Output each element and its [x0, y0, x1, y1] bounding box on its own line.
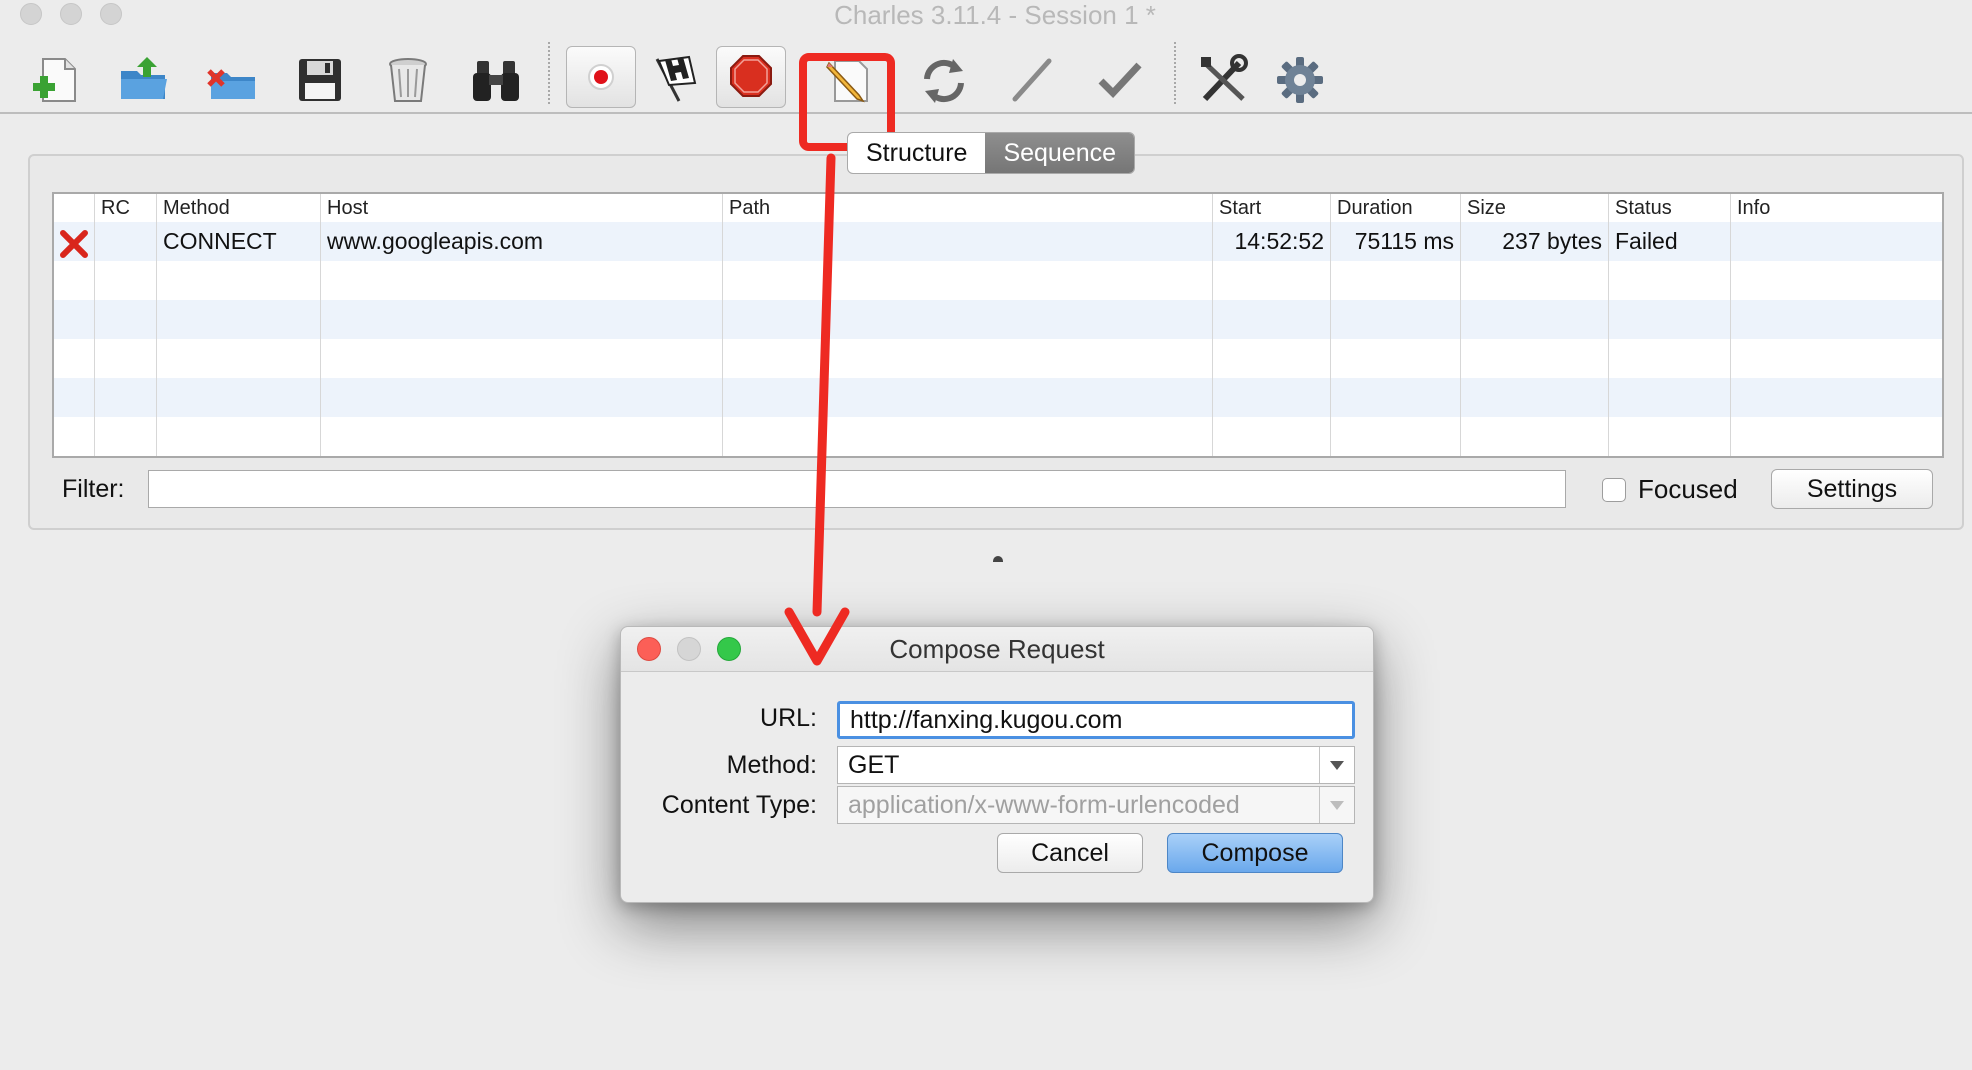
edit-button[interactable]	[1000, 48, 1064, 112]
checkmark-icon	[1098, 62, 1142, 99]
empty-row	[54, 378, 1942, 417]
column-header-status-icon[interactable]	[54, 194, 94, 222]
cell-rc	[94, 222, 156, 261]
slash-pen-icon	[1012, 58, 1052, 102]
folder-open-icon	[121, 57, 167, 99]
chevron-down-icon	[1319, 747, 1354, 783]
url-input[interactable]	[837, 701, 1355, 739]
column-header-method[interactable]: Method	[156, 194, 320, 222]
method-label: Method:	[726, 751, 817, 779]
content-type-value: application/x-www-form-urlencoded	[848, 791, 1240, 819]
filter-input[interactable]	[148, 470, 1566, 508]
cell-path	[722, 222, 1212, 261]
tools-button[interactable]	[1192, 48, 1256, 112]
sequence-table: RC Method Host Path Start Duration Size …	[52, 192, 1944, 458]
column-header-duration[interactable]: Duration	[1330, 194, 1460, 222]
tab-sequence[interactable]: Sequence	[985, 133, 1135, 173]
open-session-button[interactable]	[112, 48, 176, 112]
dialog-title: Compose Request	[889, 634, 1105, 664]
filter-settings-button[interactable]: Settings	[1771, 469, 1933, 509]
view-tabs: Structure Sequence	[847, 132, 1136, 174]
folder-close-icon	[207, 69, 255, 99]
save-session-button[interactable]	[288, 48, 352, 112]
close-session-button[interactable]	[200, 48, 264, 112]
column-header-start[interactable]: Start	[1212, 194, 1330, 222]
new-session-button[interactable]	[24, 48, 88, 112]
method-value: GET	[848, 751, 900, 779]
start-recording-button[interactable]	[566, 46, 636, 108]
column-divider	[1212, 194, 1213, 456]
stop-sign-icon	[730, 55, 772, 97]
column-divider	[722, 194, 723, 456]
empty-row	[54, 300, 1942, 339]
toolbar-separator	[548, 42, 550, 104]
cell-size: 237 bytes	[1502, 228, 1602, 254]
compose-request-dialog: Compose Request URL: Method: GET Content…	[620, 626, 1374, 903]
focused-label: Focused	[1638, 474, 1738, 504]
column-header-size[interactable]: Size	[1460, 194, 1608, 222]
content-type-label: Content Type:	[661, 791, 817, 819]
throttling-button[interactable]	[644, 48, 708, 112]
column-divider	[1608, 194, 1609, 456]
method-select[interactable]: GET	[837, 746, 1355, 784]
column-divider	[94, 194, 95, 456]
cell-method: CONNECT	[163, 228, 277, 254]
cancel-button[interactable]: Cancel	[997, 833, 1143, 873]
cell-info	[1730, 222, 1942, 261]
column-header-rc[interactable]: RC	[94, 194, 156, 222]
column-divider	[156, 194, 157, 456]
toolbar-separator	[1174, 42, 1176, 104]
chevron-down-icon	[1319, 787, 1354, 823]
cell-host: www.googleapis.com	[327, 228, 544, 254]
column-divider	[1730, 194, 1731, 456]
repeat-button[interactable]	[912, 48, 976, 112]
settings-button[interactable]	[1268, 48, 1332, 112]
column-header-path[interactable]: Path	[722, 194, 1212, 222]
cell-status: Failed	[1615, 228, 1678, 254]
cell-duration: 75115 ms	[1354, 228, 1454, 254]
breakpoints-button[interactable]	[716, 46, 786, 108]
column-divider	[1460, 194, 1461, 456]
window-title: Charles 3.11.4 - Session 1 *	[834, 0, 1156, 30]
dialog-title-bar: Compose Request	[621, 627, 1373, 672]
record-icon	[588, 64, 614, 90]
binoculars-icon	[473, 61, 519, 101]
failed-x-icon	[60, 230, 88, 258]
clear-session-button[interactable]	[376, 48, 440, 112]
floppy-disk-icon	[299, 59, 341, 101]
validate-button[interactable]	[1088, 48, 1152, 112]
tab-structure[interactable]: Structure	[848, 133, 985, 173]
url-label: URL:	[760, 704, 817, 732]
refresh-icon	[924, 59, 964, 103]
tools-icon	[1201, 54, 1248, 102]
compose-submit-button[interactable]: Compose	[1167, 833, 1343, 873]
content-type-select[interactable]: application/x-www-form-urlencoded	[837, 786, 1355, 824]
column-divider	[320, 194, 321, 456]
checkered-flag-icon	[655, 55, 697, 102]
column-header-status[interactable]: Status	[1608, 194, 1730, 222]
new-session-icon	[33, 58, 76, 102]
focused-checkbox[interactable]	[1602, 478, 1626, 502]
trash-icon	[389, 58, 427, 102]
filter-label: Filter:	[62, 475, 125, 503]
empty-row	[54, 261, 1942, 300]
table-row[interactable]: CONNECT www.googleapis.com 14:52:52 7511…	[54, 222, 1942, 261]
column-header-info[interactable]: Info	[1730, 194, 1942, 222]
find-button[interactable]	[464, 48, 528, 112]
table-header: RC Method Host Path Start Duration Size …	[54, 194, 1942, 223]
charles-window: Charles 3.11.4 - Session 1 * Structure S…	[0, 0, 1972, 1070]
resize-mark	[993, 556, 1003, 562]
title-bar: Charles 3.11.4 - Session 1 *	[0, 0, 1972, 30]
empty-row	[54, 417, 1942, 456]
empty-row	[54, 339, 1942, 378]
toolbar	[0, 30, 1972, 151]
column-header-host[interactable]: Host	[320, 194, 722, 222]
cell-start: 14:52:52	[1234, 228, 1324, 254]
gear-icon	[1277, 57, 1323, 103]
column-divider	[1330, 194, 1331, 456]
